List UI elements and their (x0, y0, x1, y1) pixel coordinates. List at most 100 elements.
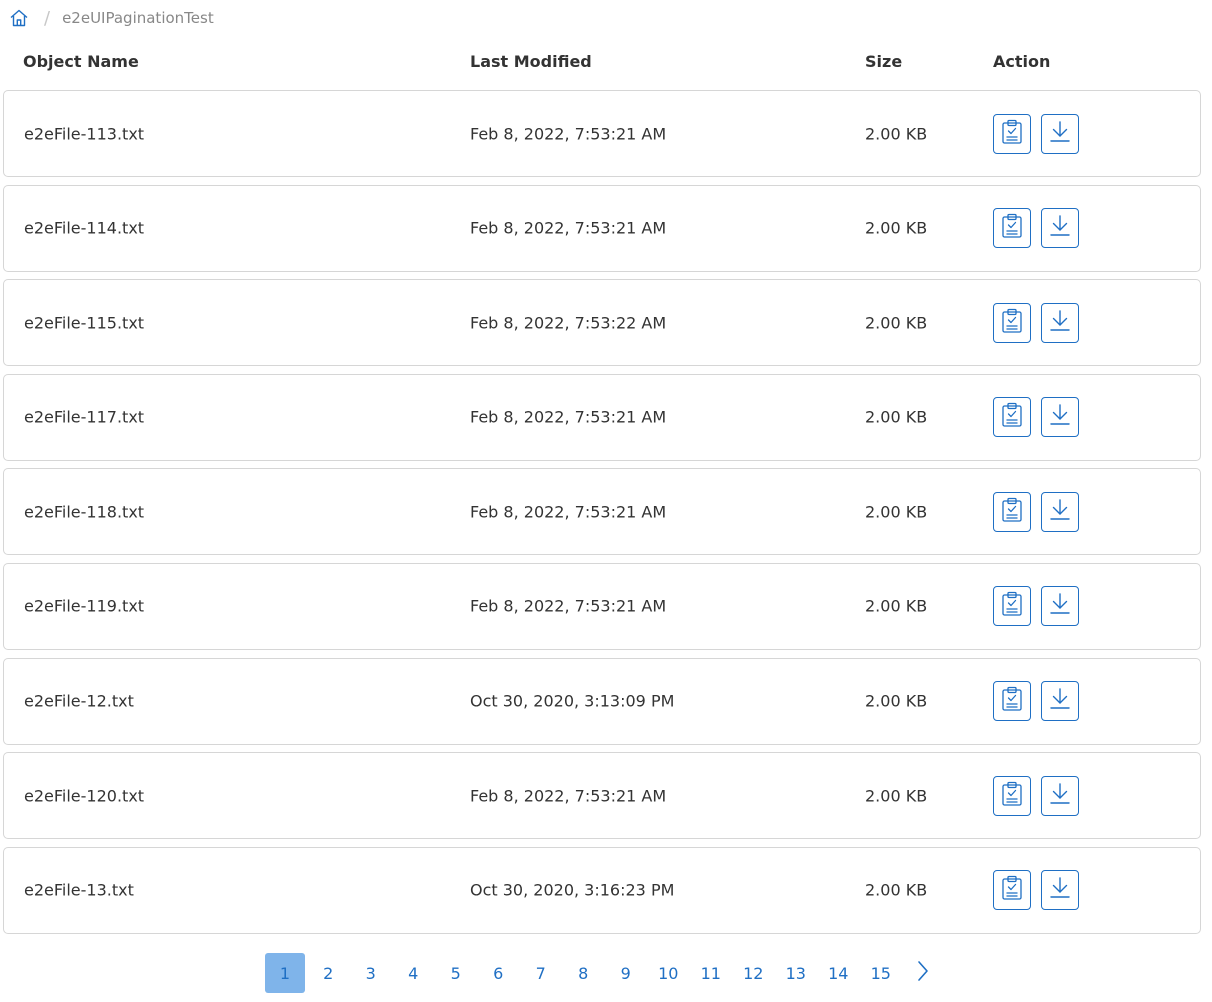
clipboard-check-icon (999, 874, 1025, 906)
page-6-link[interactable]: 6 (477, 953, 520, 993)
object-name: e2eFile-13.txt (24, 880, 134, 900)
clipboard-check-icon (999, 212, 1025, 244)
object-name: e2eFile-118.txt (24, 502, 145, 522)
copy-path-button[interactable] (993, 113, 1031, 154)
download-icon (1047, 213, 1073, 243)
copy-path-button[interactable] (993, 586, 1031, 627)
copy-path-button[interactable] (993, 208, 1031, 249)
table-header: Object Name Last Modified Size Action (0, 52, 1212, 76)
clipboard-check-icon (999, 496, 1025, 528)
table-row[interactable]: e2eFile-13.txt Oct 30, 2020, 3:16:23 PM … (3, 846, 1201, 934)
copy-path-button[interactable] (993, 681, 1031, 722)
clipboard-check-icon (999, 118, 1025, 150)
page-14-link[interactable]: 14 (817, 953, 860, 993)
page-1-link[interactable]: 1 (265, 953, 305, 993)
object-size: 2.00 KB (865, 880, 928, 900)
object-size: 2.00 KB (865, 691, 928, 711)
download-icon (1047, 497, 1073, 527)
download-icon (1047, 781, 1073, 811)
breadcrumb-current: e2eUIPaginationTest (62, 9, 214, 27)
clipboard-check-icon (999, 685, 1025, 717)
breadcrumb-separator: / (44, 7, 51, 29)
last-modified: Oct 30, 2020, 3:16:23 PM (470, 880, 675, 900)
header-last-modified[interactable]: Last Modified (470, 52, 592, 71)
page-11-link[interactable]: 11 (690, 953, 733, 993)
download-button[interactable] (1041, 586, 1079, 627)
row-actions (993, 586, 1079, 627)
row-actions (993, 302, 1079, 343)
download-button[interactable] (1041, 775, 1079, 816)
page-2-link[interactable]: 2 (307, 953, 350, 993)
next-page-button[interactable] (908, 953, 938, 993)
copy-path-button[interactable] (993, 302, 1031, 343)
copy-path-button[interactable] (993, 491, 1031, 532)
download-icon (1047, 119, 1073, 149)
object-list: e2eFile-113.txt Feb 8, 2022, 7:53:21 AM … (3, 90, 1201, 941)
object-size: 2.00 KB (865, 124, 928, 143)
row-actions (993, 870, 1079, 911)
last-modified: Feb 8, 2022, 7:53:21 AM (470, 124, 667, 143)
table-row[interactable]: e2eFile-115.txt Feb 8, 2022, 7:53:22 AM … (3, 279, 1201, 367)
page-8-link[interactable]: 8 (562, 953, 605, 993)
object-size: 2.00 KB (865, 407, 928, 427)
header-action: Action (993, 52, 1051, 71)
page-3-link[interactable]: 3 (350, 953, 393, 993)
header-size[interactable]: Size (865, 52, 902, 71)
object-name: e2eFile-120.txt (24, 786, 145, 806)
copy-path-button[interactable] (993, 397, 1031, 438)
download-button[interactable] (1041, 397, 1079, 438)
page-15-link[interactable]: 15 (860, 953, 903, 993)
copy-path-button[interactable] (993, 870, 1031, 911)
table-row[interactable]: e2eFile-118.txt Feb 8, 2022, 7:53:21 AM … (3, 468, 1201, 556)
header-object-name[interactable]: Object Name (23, 52, 139, 71)
row-actions (993, 491, 1079, 532)
object-size: 2.00 KB (865, 313, 928, 333)
download-button[interactable] (1041, 681, 1079, 722)
copy-path-button[interactable] (993, 775, 1031, 816)
page-12-link[interactable]: 12 (732, 953, 775, 993)
last-modified: Feb 8, 2022, 7:53:21 AM (470, 218, 667, 238)
last-modified: Oct 30, 2020, 3:13:09 PM (470, 691, 675, 711)
download-icon (1047, 591, 1073, 621)
object-name: e2eFile-12.txt (24, 691, 134, 711)
last-modified: Feb 8, 2022, 7:53:21 AM (470, 502, 667, 522)
table-row[interactable]: e2eFile-120.txt Feb 8, 2022, 7:53:21 AM … (3, 752, 1201, 840)
page-10-link[interactable]: 10 (647, 953, 690, 993)
clipboard-check-icon (999, 780, 1025, 812)
page-4-link[interactable]: 4 (392, 953, 435, 993)
download-button[interactable] (1041, 302, 1079, 343)
page-13-link[interactable]: 13 (775, 953, 818, 993)
last-modified: Feb 8, 2022, 7:53:21 AM (470, 786, 667, 806)
page-7-link[interactable]: 7 (520, 953, 563, 993)
download-button[interactable] (1041, 491, 1079, 532)
home-icon[interactable] (8, 7, 30, 29)
object-name: e2eFile-115.txt (24, 313, 145, 333)
table-row[interactable]: e2eFile-113.txt Feb 8, 2022, 7:53:21 AM … (3, 90, 1201, 177)
table-row[interactable]: e2eFile-114.txt Feb 8, 2022, 7:53:21 AM … (3, 184, 1201, 272)
page-5-link[interactable]: 5 (435, 953, 478, 993)
row-actions (993, 208, 1079, 249)
table-row[interactable]: e2eFile-117.txt Feb 8, 2022, 7:53:21 AM … (3, 373, 1201, 461)
download-icon (1047, 875, 1073, 905)
table-row[interactable]: e2eFile-12.txt Oct 30, 2020, 3:13:09 PM … (3, 657, 1201, 745)
page-9-link[interactable]: 9 (605, 953, 648, 993)
download-icon (1047, 402, 1073, 432)
object-name: e2eFile-119.txt (24, 596, 145, 616)
last-modified: Feb 8, 2022, 7:53:21 AM (470, 407, 667, 427)
clipboard-check-icon (999, 590, 1025, 622)
object-size: 2.00 KB (865, 596, 928, 616)
pagination: 1 2 3 4 5 6 7 8 9 10 11 12 13 14 15 (265, 953, 938, 993)
object-size: 2.00 KB (865, 786, 928, 806)
table-row[interactable]: e2eFile-119.txt Feb 8, 2022, 7:53:21 AM … (3, 562, 1201, 650)
download-button[interactable] (1041, 208, 1079, 249)
download-icon (1047, 686, 1073, 716)
download-button[interactable] (1041, 113, 1079, 154)
download-button[interactable] (1041, 870, 1079, 911)
object-name: e2eFile-114.txt (24, 218, 145, 238)
breadcrumb: / e2eUIPaginationTest (8, 6, 214, 30)
object-name: e2eFile-117.txt (24, 407, 145, 427)
download-icon (1047, 308, 1073, 338)
chevron-right-icon (916, 960, 930, 986)
last-modified: Feb 8, 2022, 7:53:22 AM (470, 313, 667, 333)
row-actions (993, 775, 1079, 816)
